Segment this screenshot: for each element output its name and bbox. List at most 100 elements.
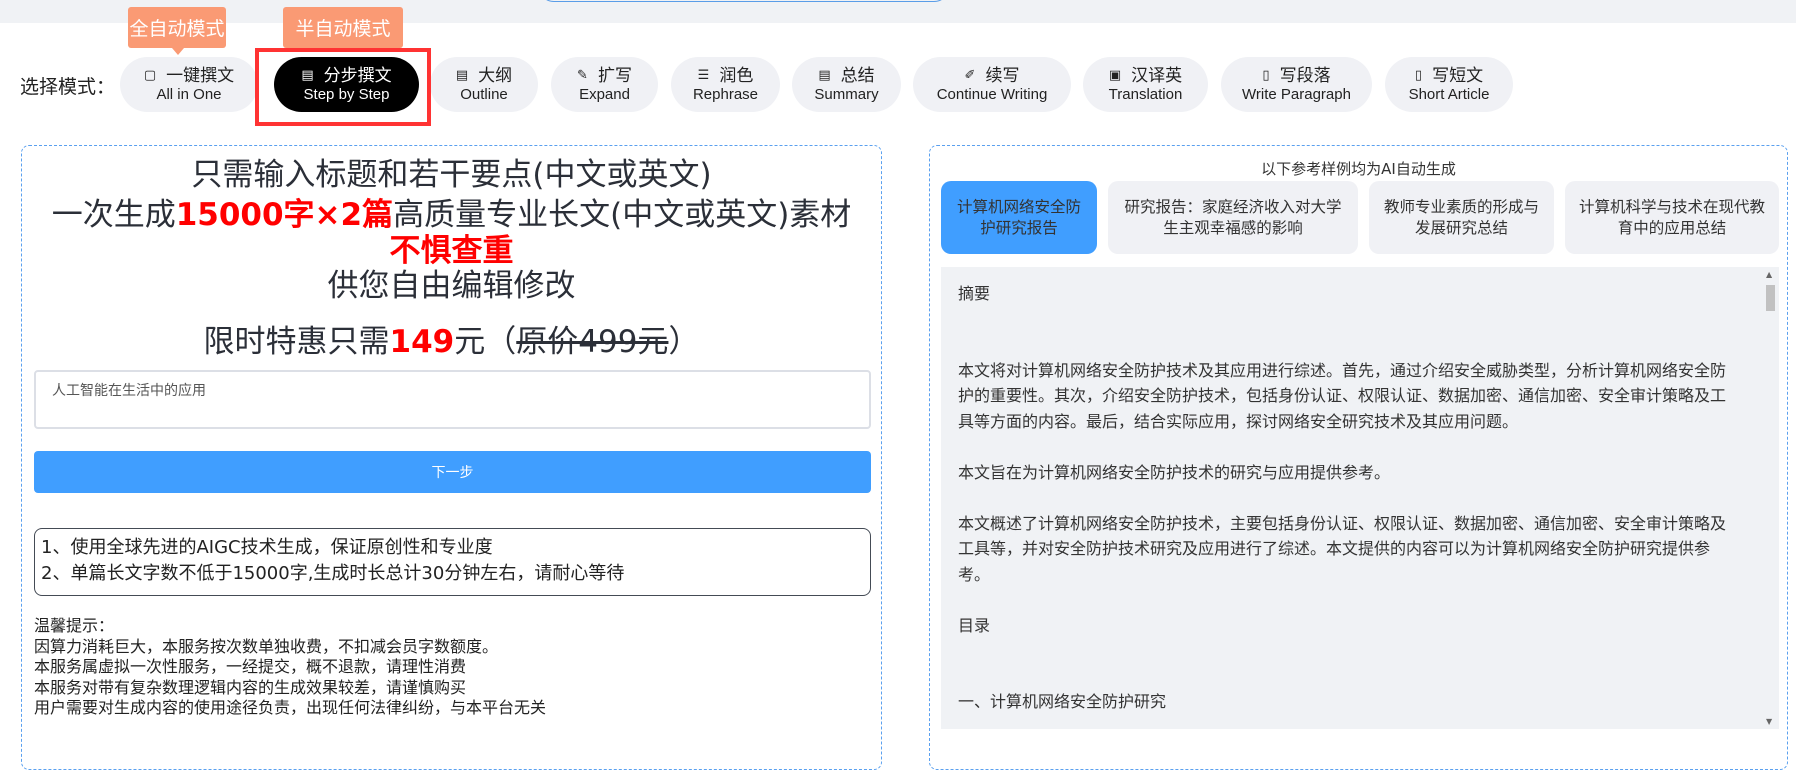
mode-label-zh: 分步撰文 [323,65,392,86]
promo-line-2: 一次生成15000字×2篇高质量专业长文(中文或英文)素材 [22,196,881,234]
mode-title: ☰ 润色 [698,66,754,86]
mode-title: ✐ 续写 [965,66,1020,86]
mode-title: ▯ 写段落 [1262,66,1330,86]
mode-label-zh: 续写 [985,65,1020,86]
mode-step-by-step-button[interactable]: ▤ 分步撰文 Step by Step [274,57,419,112]
original-price: 原价499元 [516,324,669,360]
notice-item: 本服务属虚拟一次性服务，一经提交，概不退款，请理性消费 [34,657,467,676]
content-paragraph: 本文将对计算机网络安全防护技术及其应用进行综述。首先，通过介绍安全威胁类型，分析… [958,360,1727,431]
mode-summary-button[interactable]: ▤ 总结 Summary [792,57,901,112]
sample-tab[interactable]: 计算机科学与技术在现代教育中的应用总结 [1565,181,1779,254]
content-paragraph [958,332,1738,358]
mode-label-en: All in One [156,85,222,103]
chat-icon: ▢ [143,67,157,83]
scroll-up-icon[interactable]: ▲ [1766,270,1772,279]
mode-label-en: Short Article [1408,85,1490,103]
mode-label-zh: 写短文 [1432,65,1484,86]
mode-all-in-one-button[interactable]: ▢ 一键撰文 All in One [120,57,258,112]
mode-label-en: Outline [460,85,508,103]
promo-text: 一次生成 [51,197,176,233]
promo-text: 高质量专业长文(中文或英文)素材 [393,197,852,233]
scrollbar-thumb[interactable] [1766,285,1775,311]
mode-label-en: Write Paragraph [1242,85,1351,103]
content-paragraph [958,434,1738,460]
mode-label-zh: 润色 [719,65,754,86]
sample-text: 摘要本文将对计算机网络安全防护技术及其应用进行综述。首先，通过介绍安全威胁类型，… [958,281,1738,715]
mode-label: 选择模式： [20,76,116,98]
mode-label-en: Expand [579,85,630,103]
mode-label-en: Translation [1108,85,1183,103]
content-paragraph [958,485,1738,511]
content-paragraph: 本文概述了计算机网络安全防护技术，主要包括身份认证、权限认证、数据加密、通信加密… [958,513,1727,584]
content-paragraph: 摘要 [958,284,991,303]
mode-title: ✎ 扩写 [577,66,632,86]
mode-title: ▯ 写短文 [1415,66,1483,86]
mode-label-en: Continue Writing [936,85,1048,103]
notice-item: 因算力消耗巨大，本服务按次数单独收费，不扣减会员字数额度。 [34,636,499,656]
sample-tab[interactable]: 计算机网络安全防护研究报告 [941,181,1097,254]
sample-content[interactable]: 摘要本文将对计算机网络安全防护技术及其应用进行综述。首先，通过介绍安全威胁类型，… [941,267,1779,729]
feature-item: 2、单篇长文字数不低于15000字,生成时长总计30分钟左右，请耐心等待 [41,563,625,584]
list-icon: ☰ [697,67,710,83]
notebook-icon: ▯ [1414,67,1423,83]
generator-panel: 只需输入标题和若干要点(中文或英文) 一次生成15000字×2篇高质量专业长文(… [21,145,882,770]
mode-label-zh: 大纲 [478,65,513,86]
notebook-icon: ▯ [1262,67,1270,83]
mode-title: ▤ 大纲 [456,66,512,86]
mode-rephrase-button[interactable]: ☰ 润色 Rephrase [671,57,780,112]
mode-label-zh: 写段落 [1279,65,1331,86]
sample-tab[interactable]: 教师专业素质的形成与发展研究总结 [1369,181,1554,254]
content-paragraph: 目录 [958,615,991,635]
mode-title: ▣ 汉译英 [1109,66,1182,86]
price-text: 限时特惠只需 [203,324,390,360]
notice: 温馨提示： 因算力消耗巨大，本服务按次数单独收费，不扣减会员字数额度。 本服务属… [34,616,546,719]
pen-icon: ✐ [964,67,976,83]
feature-item: 1、使用全球先进的AIGC技术生成，保证原创性和专业度 [41,537,493,558]
edit-icon: ✎ [577,67,588,83]
price-text: ） [668,324,700,360]
mode-label-zh: 一键撰文 [166,65,235,86]
samples-caption: 以下参考样例均为AI自动生成 [1261,160,1456,178]
scroll-down-icon[interactable]: ▼ [1766,717,1772,726]
price-text: 元（ [454,324,517,360]
mode-continue-writing-button[interactable]: ✐ 续写 Continue Writing [913,57,1071,112]
document-add-icon: ▤ [455,67,469,83]
scrollbar[interactable]: ▲ ▼ [1762,267,1779,729]
translate-icon: ▣ [1108,67,1122,83]
mode-short-article-button[interactable]: ▯ 写短文 Short Article [1385,57,1513,112]
mode-write-paragraph-button[interactable]: ▯ 写段落 Write Paragraph [1221,57,1372,112]
mode-label-zh: 总结 [840,65,875,86]
samples-panel: 以下参考样例均为AI自动生成 计算机网络安全防护研究报告 研究报告：家庭经济收入… [929,145,1788,770]
top-bar [0,0,1796,23]
mode-label-en: Summary [814,85,879,103]
content-paragraph [958,664,1738,690]
mode-title: ▤ 分步撰文 [301,66,391,86]
next-button[interactable]: 下一步 [34,451,871,493]
features-box: 1、使用全球先进的AIGC技术生成，保证原创性和专业度 2、单篇长文字数不低于1… [34,528,871,596]
mode-title: ▤ 总结 [818,66,874,86]
promo-highlight: 15000字×2篇 [175,197,394,233]
top-search-box[interactable] [538,0,950,2]
content-paragraph: 本文旨在为计算机网络安全防护技术的研究与应用提供参考。 [958,462,1391,482]
price-line: 限时特惠只需149元（原价499元） [22,323,881,361]
content-paragraph: 一、计算机网络安全防护研究 [958,692,1167,711]
mode-translation-button[interactable]: ▣ 汉译英 Translation [1083,57,1208,112]
price-value: 149 [389,324,455,360]
mode-label-zh: 扩写 [597,65,632,86]
mode-label-en: Step by Step [303,85,390,103]
mode-outline-button[interactable]: ▤ 大纲 Outline [430,57,538,112]
mode-expand-button[interactable]: ✎ 扩写 Expand [551,57,658,112]
mode-title: ▢ 一键撰文 [144,66,234,86]
promo-line-3: 不惧查重 [389,233,514,269]
title-input[interactable]: 人工智能在生活中的应用 [34,370,871,429]
document-icon: ▤ [301,67,314,83]
notice-title: 温馨提示： [34,616,115,635]
notice-item: 本服务对带有复杂数理逻辑内容的生成效果较差，请谨慎购买 [34,677,467,697]
promo-line-1: 只需输入标题和若干要点(中文或英文) [191,157,712,193]
auto-mode-tip: 全自动模式 [128,7,226,55]
content-paragraph [958,587,1738,613]
document-icon: ▤ [818,67,831,83]
content-paragraph [958,307,1738,333]
sample-tab[interactable]: 研究报告：家庭经济收入对大学生主观幸福感的影响 [1108,181,1358,254]
semi-auto-mode-tip: 半自动模式 [283,7,403,48]
